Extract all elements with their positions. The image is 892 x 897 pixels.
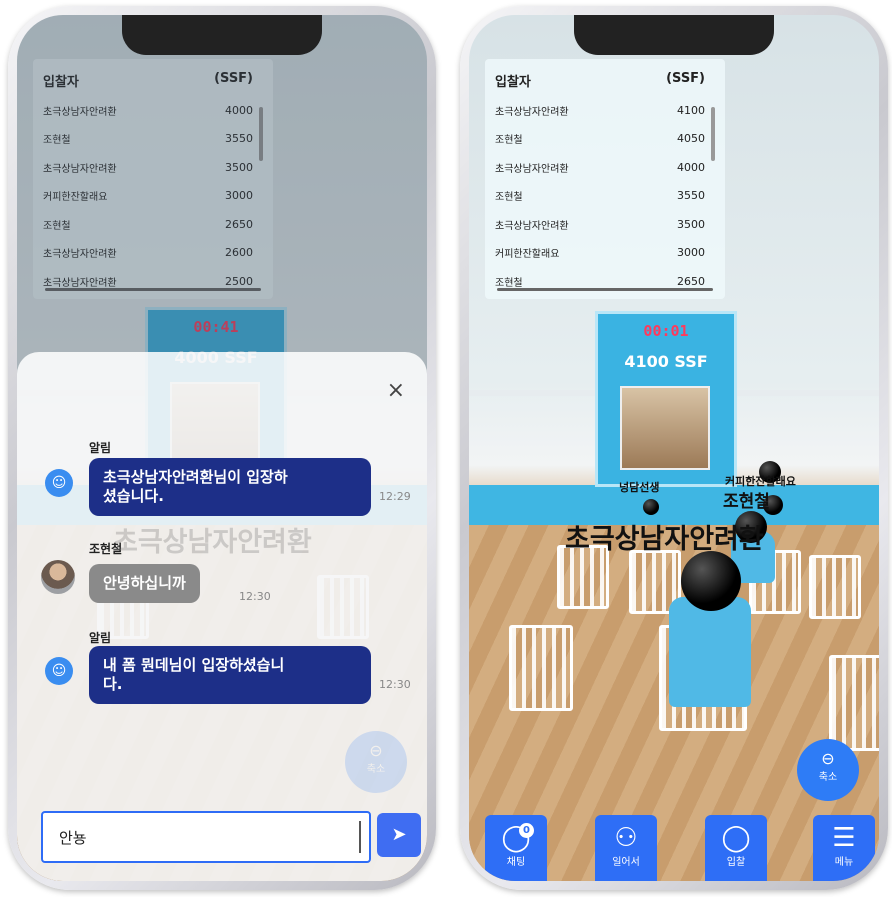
stand-up-button-label: 일어서 <box>612 857 640 868</box>
bid-button[interactable]: ◯ 입찰 <box>705 815 767 881</box>
bid-row: 조현철 4050 <box>485 125 725 154</box>
board-timer: 00:01 <box>643 322 689 340</box>
person-stand-icon: ⚇ <box>614 823 638 853</box>
bidder-name: 조현철 <box>495 277 523 289</box>
bidder-name: 초극상남자안려환 <box>495 163 569 175</box>
bid-amount: 4050 <box>677 132 705 146</box>
bid-amount: 3550 <box>677 189 705 203</box>
item-photo <box>620 386 710 470</box>
chat-input-field[interactable] <box>41 811 371 863</box>
close-icon[interactable]: × <box>387 378 405 403</box>
chair <box>809 555 861 619</box>
message-time: 12:30 <box>379 678 411 691</box>
bid-list-scrollbar[interactable] <box>711 107 715 161</box>
message-line: 내 폼 뭔데님이 입장하셨습니 <box>103 656 285 674</box>
amount-column-header: (SSF) <box>666 71 705 86</box>
bid-row: 초극상남자안려환 4000 <box>485 153 725 182</box>
bidder-column-header: 입찰자 <box>495 75 531 90</box>
bid-row: 커피한잔할래요 3000 <box>485 239 725 268</box>
menu-button-label: 메뉴 <box>834 857 854 868</box>
bid-list-header: 입찰자 (SSF) <box>485 59 725 96</box>
message-sender: 알림 <box>89 441 112 455</box>
zoom-out-icon: ⊖ <box>369 741 383 760</box>
chat-sheet: × 알림 ☺ 초극상남자안려환님이 입장하 셨습니다. 12:29 조현철 안녕… <box>17 352 427 881</box>
message-line: 셨습니다. <box>103 487 164 505</box>
unread-badge: 0 <box>519 823 534 838</box>
phone-right: 00:01 4100 SSF 넝담선생 커피한잔할래요 조현철 초극상남자안려환 <box>460 6 888 890</box>
zoom-out-label: 축소 <box>818 772 838 783</box>
bid-row: 조현철 3550 <box>485 182 725 211</box>
scene-username-label: 조현철 <box>723 492 770 512</box>
bid-amount: 2650 <box>677 274 705 288</box>
avatar-3d[interactable] <box>643 499 659 515</box>
zoom-out-button[interactable]: ⊖ 축소 <box>345 731 407 793</box>
megaphone-icon: ☺ <box>45 657 73 685</box>
bidder-name: 초극상남자안려환 <box>495 106 569 118</box>
chair <box>829 655 879 751</box>
bidder-name: 커피한잔할래요 <box>495 249 560 261</box>
chat-bubble-icon: ◯ <box>501 823 531 853</box>
chat-input[interactable] <box>57 823 351 851</box>
avatar-3d-body <box>669 597 751 707</box>
send-button[interactable]: ➤ <box>377 813 421 857</box>
bid-amount: 3000 <box>677 246 705 260</box>
bid-list-divider <box>497 288 713 291</box>
scene-username-label: 초극상남자안려환 <box>113 527 312 558</box>
message-time: 12:30 <box>239 590 271 603</box>
screen-right: 00:01 4100 SSF 넝담선생 커피한잔할래요 조현철 초극상남자안려환 <box>469 15 879 881</box>
bidder-name: 조현철 <box>495 192 523 204</box>
bid-amount: 3500 <box>677 217 705 231</box>
avatar-3d[interactable] <box>681 551 741 611</box>
dollar-icon: ◯ <box>721 823 751 853</box>
bidder-name: 초극상남자안려환 <box>495 220 569 232</box>
message-line: 초극상남자안려환님이 입장하 <box>103 468 288 486</box>
menu-button[interactable]: ☰ 메뉴 <box>813 815 875 881</box>
auction-board: 00:01 4100 SSF <box>595 311 737 487</box>
bidder-name: 조현철 <box>495 135 523 147</box>
zoom-out-label: 축소 <box>366 764 386 775</box>
board-price: 4100 SSF <box>624 352 708 371</box>
message-bubble: 안녕하십니까 <box>89 564 200 603</box>
bid-button-label: 입찰 <box>726 857 746 868</box>
chair <box>509 625 573 711</box>
message-line: 다. <box>103 675 123 693</box>
zoom-out-button[interactable]: ⊖ 축소 <box>797 739 859 801</box>
bid-amount: 4000 <box>677 160 705 174</box>
scene-username-label: 넝담선생 <box>619 481 660 494</box>
input-scrollbar <box>359 821 361 853</box>
message-bubble: 초극상남자안려환님이 입장하 셨습니다. <box>89 458 371 516</box>
chat-button[interactable]: ◯ 0 채팅 <box>485 815 547 881</box>
bid-row: 초극상남자안려환 3500 <box>485 210 725 239</box>
bid-row: 조현철 2650 <box>485 267 725 296</box>
message-time: 12:29 <box>379 490 411 503</box>
notch <box>122 15 322 55</box>
hamburger-icon: ☰ <box>832 823 856 853</box>
zoom-out-icon: ⊖ <box>821 749 835 768</box>
scene-username-label: 초극상남자안려환 <box>565 524 764 555</box>
message-bubble: 내 폼 뭔데님이 입장하셨습니 다. <box>89 646 371 704</box>
notch <box>574 15 774 55</box>
chat-button-label: 채팅 <box>506 857 526 868</box>
screen-left: 00:41 4000 SSF 입찰자 (SSF) 초극상남자안려환4000 조현… <box>17 15 427 881</box>
stand-up-button[interactable]: ⚇ 일어서 <box>595 815 657 881</box>
message-sender: 알림 <box>89 631 112 645</box>
phone-left: 00:41 4000 SSF 입찰자 (SSF) 초극상남자안려환4000 조현… <box>8 6 436 890</box>
avatar[interactable] <box>41 560 75 594</box>
paper-plane-icon: ➤ <box>391 824 407 845</box>
bid-list-panel: 입찰자 (SSF) 초극상남자안려환 4100 조현철 4050 초극상남자안려환 4… <box>485 59 725 299</box>
megaphone-icon: ☺ <box>45 469 73 497</box>
bid-amount: 4100 <box>677 103 705 117</box>
bid-row: 초극상남자안려환 4100 <box>485 96 725 125</box>
bottom-nav: ◯ 0 채팅 ⚇ 일어서 ◯ 입찰 ☰ 메뉴 <box>469 813 879 881</box>
